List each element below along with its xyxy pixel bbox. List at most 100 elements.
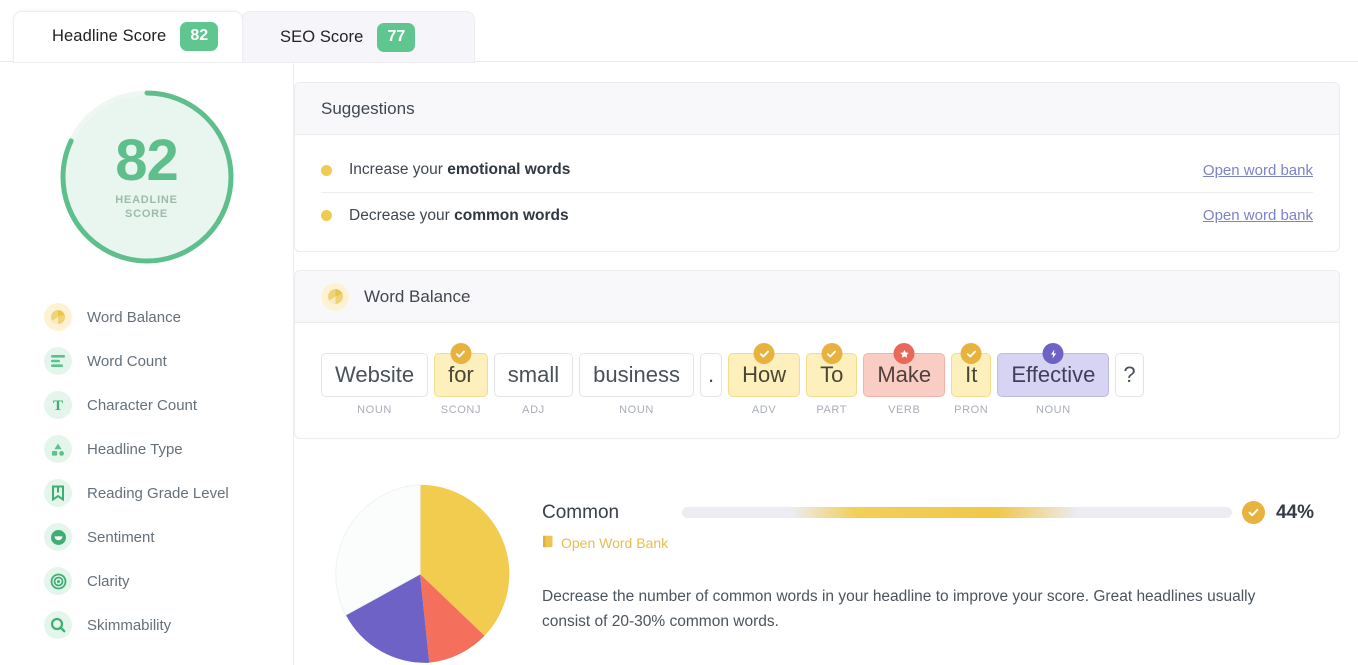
- sidebar-item-label: Sentiment: [87, 528, 155, 546]
- sidebar-item-skimmability[interactable]: Skimmability: [44, 603, 293, 647]
- tab-headline-score[interactable]: Headline Score 82: [14, 12, 242, 62]
- word-pos-label: NOUN: [619, 404, 654, 416]
- svg-text:T: T: [53, 398, 63, 413]
- word-chip-item[interactable]: To PART: [806, 343, 858, 416]
- word-pos-label: ADV: [751, 404, 777, 416]
- metric-list: Word Balance Word Count T Character Coun…: [0, 295, 293, 647]
- word-chip-item[interactable]: Website NOUN: [321, 353, 429, 416]
- word-pos-label: PRON: [954, 404, 989, 416]
- book-icon: [542, 535, 554, 551]
- check-circle-icon: [960, 343, 982, 364]
- pie-chart-icon: [44, 303, 72, 331]
- section-title: Word Balance: [364, 286, 471, 306]
- word-pos-label: VERB: [888, 404, 921, 416]
- word-chip[interactable]: business: [579, 353, 694, 397]
- score-inner: 82 HEADLINE SCORE: [57, 87, 237, 267]
- check-circle-icon: [1241, 501, 1265, 524]
- word-chip[interactable]: for: [434, 343, 488, 397]
- open-word-bank-link[interactable]: Open word bank: [1203, 162, 1313, 179]
- sidebar-item-sentiment[interactable]: Sentiment: [44, 515, 293, 559]
- sidebar-item-word-count[interactable]: Word Count: [44, 339, 293, 383]
- suggestion-prefix: Decrease your: [349, 206, 455, 224]
- word-chip-item[interactable]: for SCONJ: [434, 343, 488, 416]
- metrics-sidebar: 82 HEADLINE SCORE Word Balance Word Coun…: [0, 62, 294, 665]
- word-pos-label: PART: [816, 404, 848, 416]
- sidebar-item-headline-type[interactable]: Headline Type: [44, 427, 293, 471]
- page-title: Suggestions: [321, 98, 415, 118]
- smiley-icon: [44, 523, 72, 551]
- word-chip[interactable]: How: [728, 343, 801, 397]
- tab-label: SEO Score: [280, 27, 364, 46]
- tab-label: Headline Score: [52, 26, 167, 45]
- word-pos-label: ADJ: [522, 404, 545, 416]
- word-chip-item[interactable]: Make VERB: [863, 343, 946, 416]
- headline-score-gauge: 82 HEADLINE SCORE: [57, 87, 237, 267]
- word-chip[interactable]: To: [806, 343, 858, 397]
- tab-score-badge: 77: [377, 22, 416, 52]
- word-chip-item[interactable]: business NOUN: [579, 353, 694, 416]
- suggestion-prefix: Increase your: [349, 161, 448, 178]
- sidebar-item-word-balance[interactable]: Word Balance: [44, 295, 293, 339]
- sidebar-item-label: Reading Grade Level: [87, 484, 229, 502]
- sidebar-item-reading-grade-level[interactable]: Reading Grade Level: [44, 471, 293, 515]
- suggestions-header: Suggestions: [295, 83, 1339, 135]
- word-chip[interactable]: ?: [1115, 353, 1144, 397]
- bolt-circle-icon: [1042, 343, 1064, 364]
- tab-seo-score[interactable]: SEO Score 77: [242, 12, 474, 62]
- score-tabbar: Headline Score 82 SEO Score 77: [0, 0, 1358, 62]
- suggestion-list: Increase your emotional words Open word …: [295, 135, 1339, 251]
- score-caption-line1: HEADLINE: [115, 193, 178, 206]
- word-chip-text: It: [965, 362, 978, 387]
- score-caption-line2: SCORE: [124, 207, 169, 220]
- word-chip[interactable]: Effective: [997, 343, 1110, 397]
- word-balance-header: Word Balance: [295, 271, 1339, 323]
- word-chip[interactable]: small: [493, 353, 574, 397]
- main-panel: Suggestions Increase your emotional word…: [294, 62, 1358, 665]
- balance-detail-body: Common 44% Open Word Bank Decrease the n…: [294, 457, 1340, 665]
- word-balance-card: Word Balance Website NOUN for SCONJ smal…: [294, 270, 1340, 439]
- word-balance-detail-card: Common 44% Open Word Bank Decrease the n…: [294, 457, 1340, 665]
- sidebar-item-clarity[interactable]: Clarity: [44, 559, 293, 603]
- word-chip-text: To: [820, 362, 844, 387]
- common-progress-bar: [682, 507, 1232, 518]
- word-pos-label: SCONJ: [440, 404, 482, 416]
- word-chip[interactable]: It: [951, 343, 992, 397]
- suggestion-strong: common words: [454, 206, 569, 224]
- tab-score-badge: 82: [180, 21, 219, 51]
- shapes-icon: [44, 435, 72, 463]
- word-chip-text: Make: [877, 362, 932, 387]
- target-icon: [44, 567, 72, 595]
- word-chip-item[interactable]: small ADJ: [493, 353, 574, 416]
- word-chip[interactable]: .: [699, 353, 723, 397]
- score-caption: HEADLINE SCORE: [115, 194, 178, 222]
- check-circle-icon: [821, 343, 843, 364]
- open-word-bank-button[interactable]: Open Word Bank: [542, 535, 1314, 551]
- word-chip-item[interactable]: ?: [1115, 353, 1144, 404]
- suggestions-card: Suggestions Increase your emotional word…: [294, 82, 1340, 252]
- word-chip-item[interactable]: .: [699, 353, 723, 404]
- word-chip[interactable]: Website: [321, 353, 429, 397]
- suggestion-text: Decrease your common words: [349, 207, 569, 225]
- headline-analyzer-app: Headline Score 82 SEO Score 77 82 HEADLI…: [0, 0, 1358, 665]
- word-chip-item[interactable]: It PRON: [951, 343, 992, 416]
- sidebar-item-label: Word Count: [87, 352, 167, 370]
- check-circle-icon: [753, 343, 775, 364]
- sidebar-item-label: Skimmability: [87, 616, 172, 634]
- open-word-bank-link[interactable]: Open word bank: [1203, 207, 1313, 224]
- sidebar-item-label: Word Balance: [87, 308, 181, 326]
- word-pos-label: NOUN: [357, 404, 392, 416]
- sidebar-item-label: Clarity: [87, 572, 130, 590]
- list-item: Increase your emotional words Open word …: [321, 148, 1313, 193]
- word-chip-text: How: [742, 362, 787, 387]
- check-circle-icon: [450, 343, 472, 364]
- word-pos-label: NOUN: [1035, 404, 1071, 416]
- suggestion-text: Increase your emotional words: [349, 161, 570, 179]
- sidebar-item-label: Headline Type: [87, 440, 183, 458]
- sidebar-item-label: Character Count: [87, 396, 198, 414]
- magnifier-icon: [44, 611, 72, 639]
- sidebar-item-character-count[interactable]: T Character Count: [44, 383, 293, 427]
- word-chip-item[interactable]: How ADV: [728, 343, 801, 416]
- star-circle-icon: [893, 343, 915, 364]
- word-chip-item[interactable]: Effective NOUN: [997, 343, 1110, 416]
- word-chip[interactable]: Make: [863, 343, 946, 397]
